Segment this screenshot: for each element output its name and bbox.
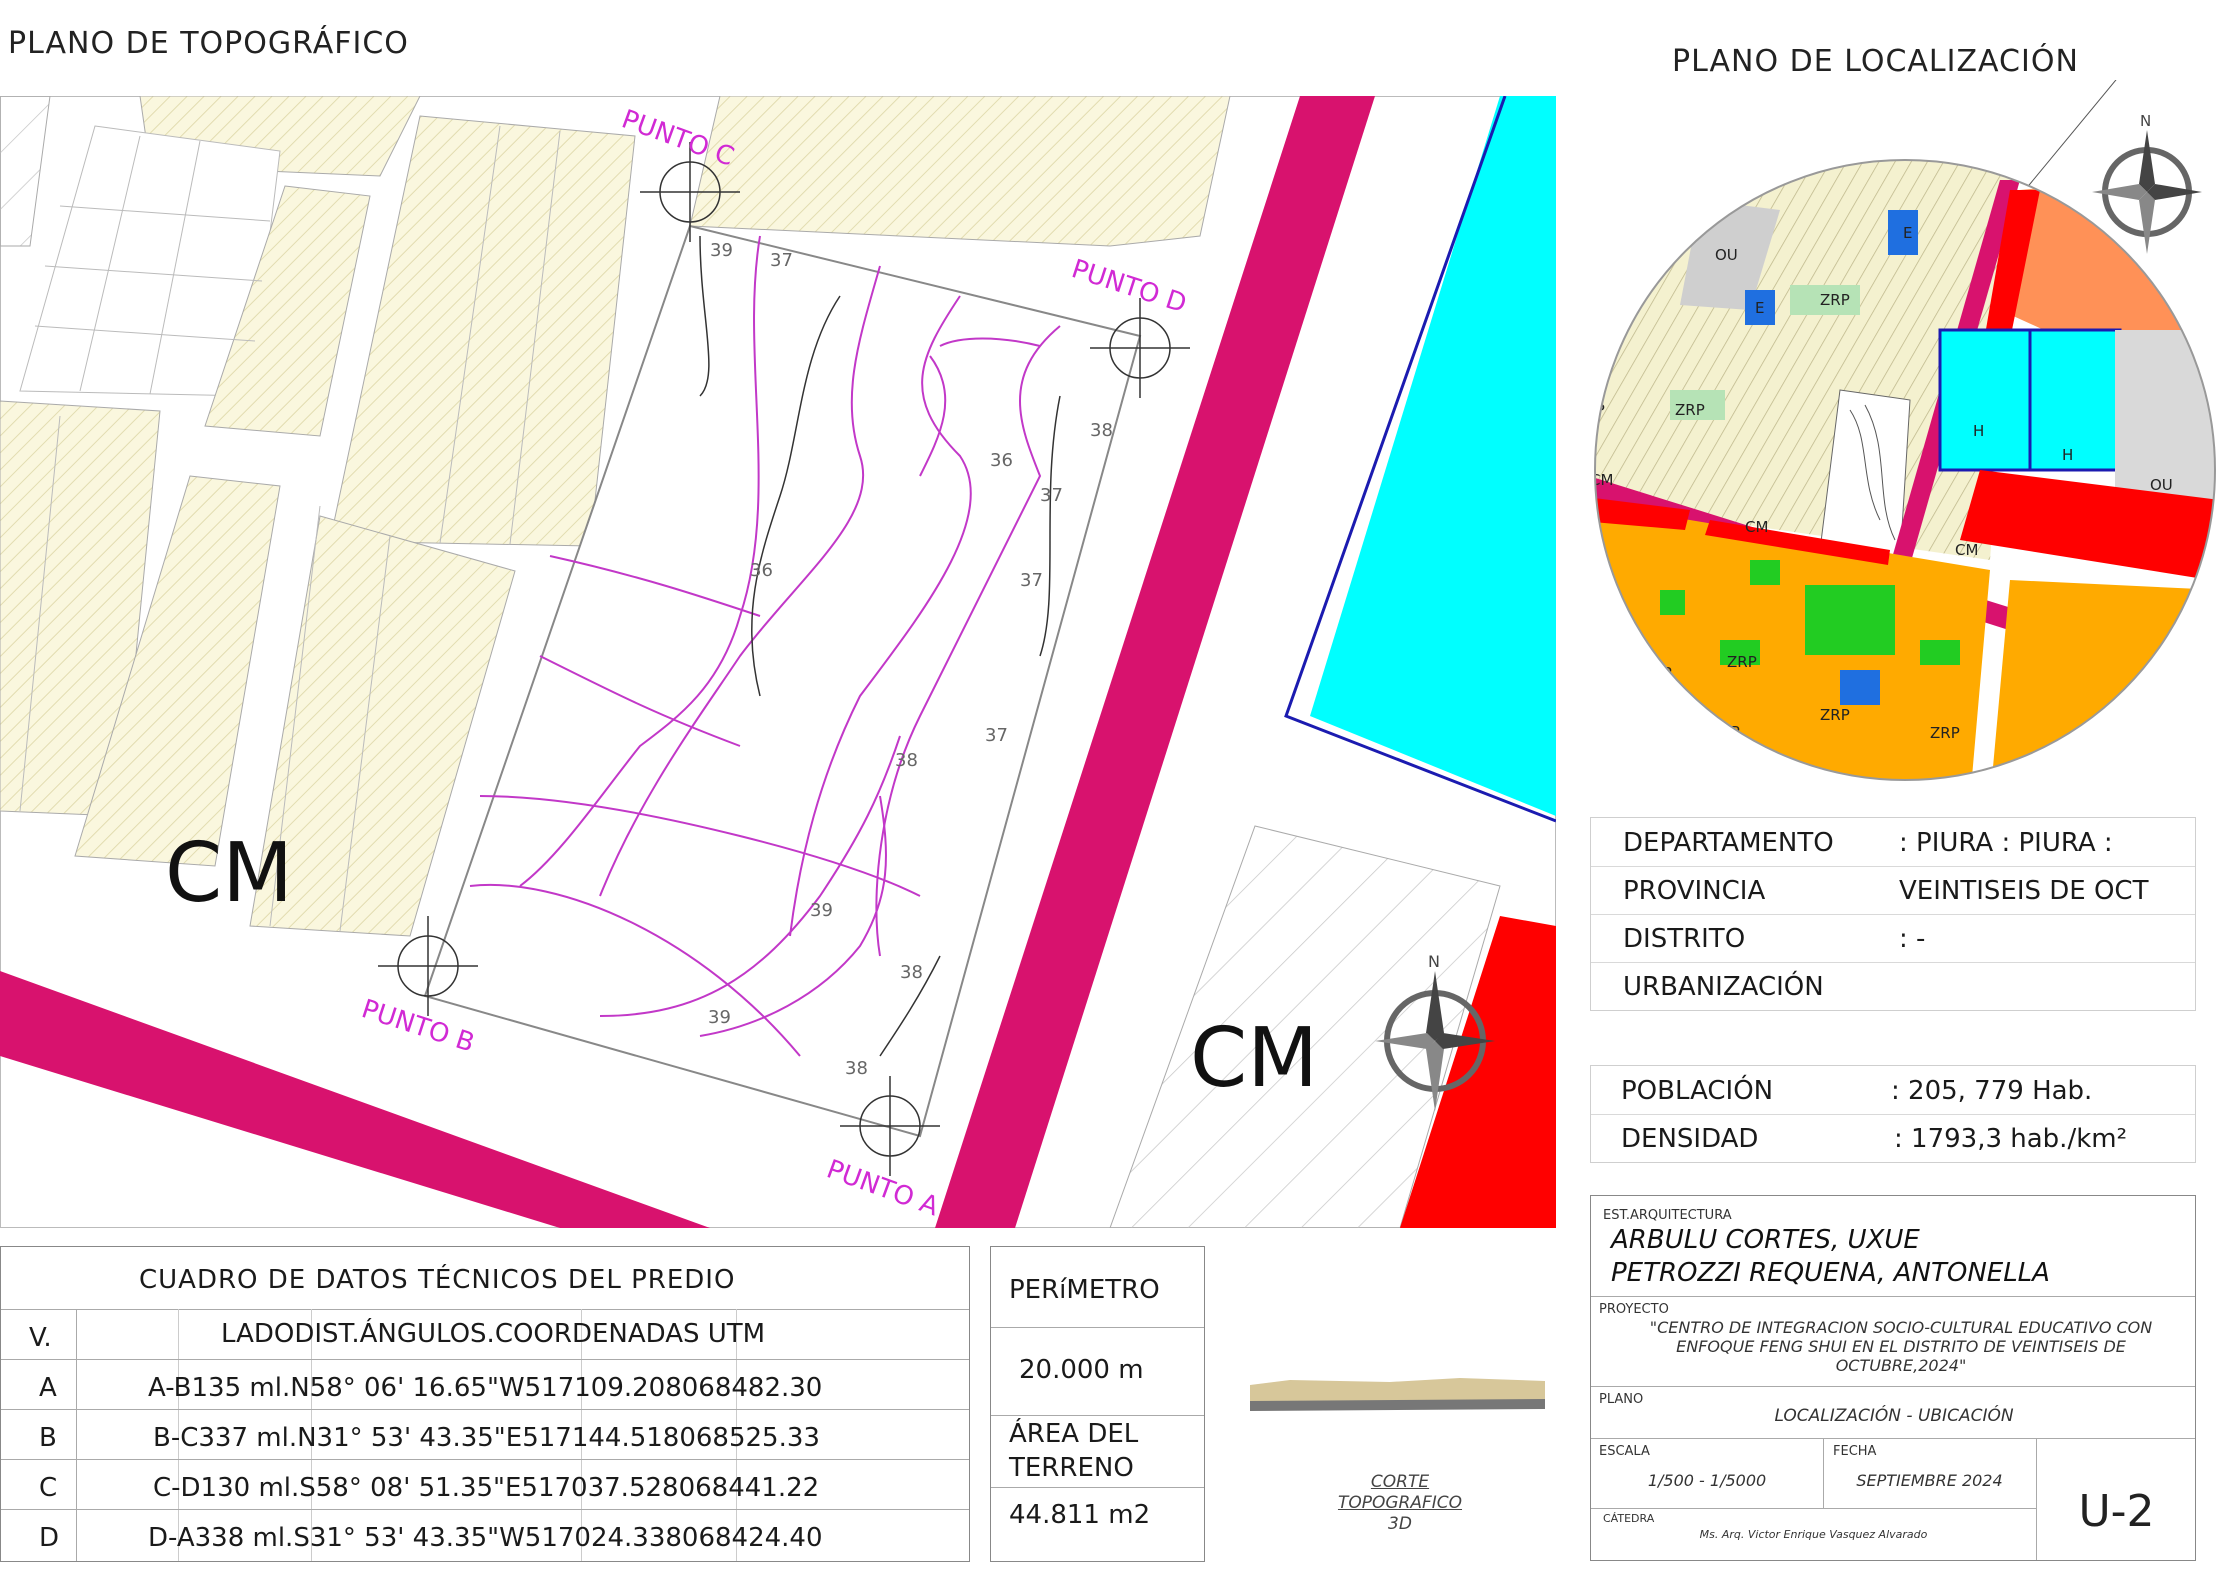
department-label: DEPARTAMENTO [1623,828,1834,858]
date-label: FECHA [1833,1444,1877,1459]
contour-label: 38 [900,962,923,983]
map-label: P [1605,611,1614,629]
zone-label-cm: CM [1190,1011,1318,1106]
density-value: : 1793,3 hab./km² [1894,1124,2128,1154]
population-value: : 205, 779 Hab. [1891,1076,2093,1106]
school-label: EST.ARQUITECTURA [1603,1208,1732,1223]
contour-label: 39 [710,240,733,261]
chair-label: CÁTEDRA [1603,1512,1655,1525]
contour-label: 37 [1040,485,1063,506]
contour-label: 39 [810,900,833,921]
perimeter-box: PERíMETRO 20.000 m ÁREA DEL TERRENO 44.8… [990,1246,1205,1562]
project-name: "CENTRO DE INTEGRACION SOCIO-CULTURAL ED… [1649,1318,2153,1375]
contour-label: 36 [990,450,1013,471]
technical-data-table: CUADRO DE DATOS TÉCNICOS DEL PREDIO V. L… [0,1246,970,1562]
svg-text:N: N [1428,952,1440,971]
project-label: PROYECTO [1599,1302,1669,1317]
map-label: ZRP [1820,706,1850,724]
table-row: D D-A338 ml.S31° 53' 43.35"W517024.33806… [39,1523,823,1553]
map-label: CM [1590,471,1613,489]
contour-label: 36 [750,560,773,581]
map-label: ZRP [1710,723,1740,741]
map-label: ZRP [1727,653,1757,671]
topographic-plan-title: PLANO DE TOPOGRÁFICO [8,26,409,61]
population-label: POBLACIÓN [1621,1076,1774,1106]
columns-header: LADODIST.ÁNGULOS.COORDENADAS UTM [221,1319,766,1349]
district-value: : - [1899,924,1926,954]
contour-label: 39 [708,1007,731,1028]
map-label: OU [1715,246,1738,264]
date-value: SEPTIEMBRE 2024 [1856,1471,2003,1490]
location-info-table: DEPARTAMENTO : PIURA : PIURA : PROVINCIA V… [1590,817,2196,1011]
table-row: C C-D130 ml.S58° 08' 51.35"E517037.52806… [1,1459,969,1510]
vertex-header: V. [29,1323,52,1353]
map-label: E [1903,224,1912,242]
population-table: POBLACIÓN : 205, 779 Hab. DENSIDAD : 1793,… [1590,1065,2196,1163]
scale-label: ESCALA [1599,1444,1650,1459]
map-label: E [1755,299,1764,317]
urbanization-label: URBANIZACIÓN [1623,972,1824,1002]
contour-label: 38 [1090,420,1113,441]
north-arrow-icon: N [2092,112,2202,254]
contour-label: 37 [985,725,1008,746]
chair-name: Ms. Arq. Victor Enrique Vasquez Alvarado [1699,1528,1928,1541]
contour-label: 37 [1020,570,1043,591]
sheet-number: U-2 [2078,1486,2155,1537]
province-value: VEINTISEIS DE OCT [1899,876,2149,906]
zone-label-cm: CM [165,826,293,921]
district-label: DISTRITO [1623,924,1746,954]
map-label: H [2062,446,2073,464]
map-label: CM [1955,541,1978,559]
contour-label: 37 [770,250,793,271]
plan-label: PLANO [1599,1392,1644,1407]
map-label: ZRP [1642,664,1672,682]
scale-value: 1/500 - 1/5000 [1647,1471,1767,1490]
department-value: : PIURA : PIURA : [1899,828,2113,858]
map-label: U [1620,281,1631,299]
province-label: PROVINCIA [1623,876,1766,906]
title-block: EST.ARQUITECTURA ARBULU CORTES, UXUE PET… [1590,1195,2196,1561]
contour-label: 38 [895,750,918,771]
area-value: 44.811 m2 [1009,1500,1151,1530]
map-label: ZRP [1675,401,1705,419]
perimeter-label: PERíMETRO [1009,1275,1160,1305]
topographic-map: 39 37 38 36 36 37 37 38 39 39 38 38 37 P… [0,96,1556,1228]
map-label: OU [2150,476,2173,494]
location-map: OU E ZRP E U ZRP ZRP CM CM H H OU CM ZRP… [1590,80,2216,781]
location-plan-title: PLANO DE LOCALIZACIÓN [1672,44,2079,79]
perimeter-value: 20.000 m [1019,1355,1144,1385]
contour-label: 38 [845,1058,868,1079]
map-label: H [1973,422,1984,440]
section-caption: CORTE TOPOGRAFICO 3D [1337,1472,1463,1534]
table-row: B B-C337 ml.N31° 53' 43.35"E517144.51806… [1,1409,969,1460]
topographic-section-3d [1250,1378,1545,1411]
map-label: ZRP [1820,291,1850,309]
authors: ARBULU CORTES, UXUE PETROZZI REQUENA, AN… [1611,1225,2050,1288]
map-label: CM [1745,518,1768,536]
plan-name: LOCALIZACIÓN - UBICACIÓN [1774,1406,2014,1426]
table-row: A A-B135 ml.N58° 06' 16.65"W517109.20806… [1,1359,969,1410]
map-label: ZRP [1930,724,1960,742]
svg-text:N: N [2140,112,2151,130]
area-label: ÁREA DEL TERRENO [1009,1419,1139,1483]
table-title: CUADRO DE DATOS TÉCNICOS DEL PREDIO [139,1265,736,1295]
density-label: DENSIDAD [1621,1124,1759,1154]
